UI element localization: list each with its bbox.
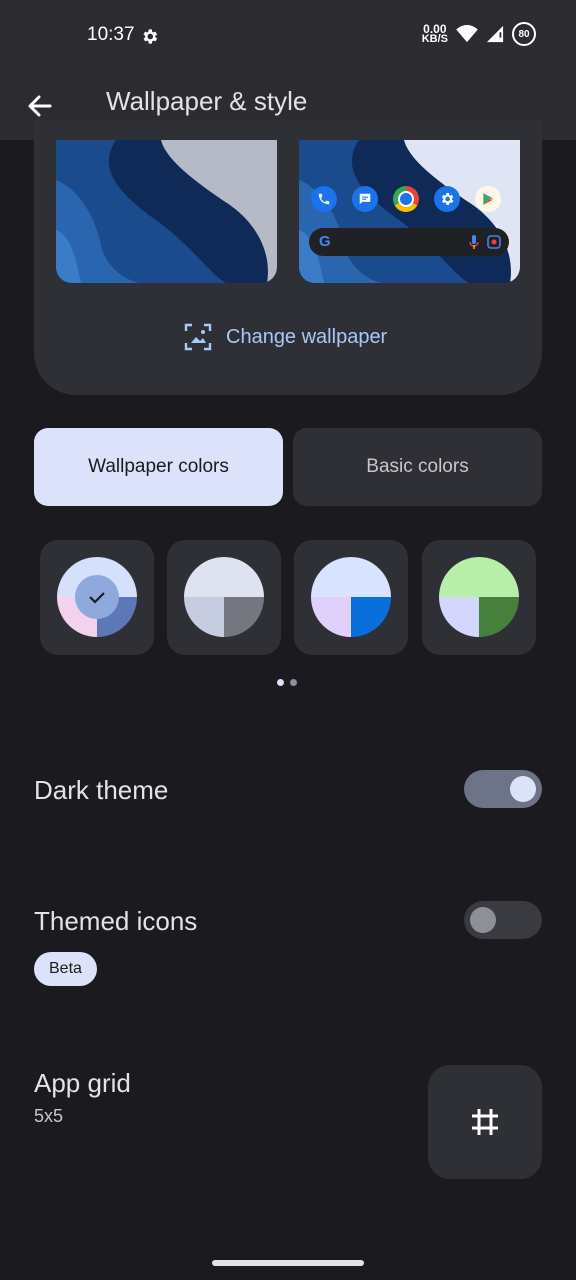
- settings-icon: [434, 186, 460, 212]
- phone-icon: [311, 186, 337, 212]
- swatch-palette-icon: [311, 557, 391, 637]
- tab-wallpaper-colors[interactable]: Wallpaper colors: [34, 428, 283, 506]
- color-swatch[interactable]: [422, 540, 536, 655]
- swatch-palette-icon: [439, 557, 519, 637]
- change-wallpaper-label: Change wallpaper: [226, 325, 388, 348]
- dark-theme-label: Dark theme: [34, 775, 169, 805]
- app-grid-button[interactable]: [428, 1065, 542, 1179]
- themed-icons-label: Themed icons: [34, 906, 198, 936]
- home-screen-preview[interactable]: G: [299, 140, 520, 283]
- tab-basic-colors[interactable]: Basic colors: [293, 428, 542, 506]
- grid-hash-icon: [472, 1109, 498, 1135]
- google-g-icon: G: [319, 233, 331, 250]
- chrome-icon: [393, 186, 419, 212]
- home-search-bar: G: [309, 228, 509, 256]
- beta-badge: Beta: [34, 952, 97, 986]
- mic-icon: [469, 235, 479, 249]
- toggle-knob: [510, 776, 536, 802]
- lock-screen-preview[interactable]: [56, 140, 277, 283]
- gesture-nav-bar[interactable]: [212, 1260, 364, 1266]
- page-dot: [290, 679, 297, 686]
- change-wallpaper-button[interactable]: Change wallpaper: [184, 323, 387, 351]
- themed-icons-toggle[interactable]: [464, 901, 542, 939]
- app-grid-value: 5x5: [34, 1106, 64, 1126]
- messages-icon: [352, 186, 378, 212]
- page-title: Wallpaper & style: [106, 86, 308, 116]
- image-crop-icon: [184, 323, 212, 351]
- battery-icon: 80: [512, 22, 536, 46]
- page-dot-active: [277, 679, 284, 686]
- color-swatch[interactable]: [40, 540, 154, 655]
- dark-theme-toggle[interactable]: [464, 770, 542, 808]
- swatch-palette-icon: [184, 557, 264, 637]
- page-indicator: [277, 679, 297, 686]
- lens-icon: [487, 235, 501, 249]
- tab-wallpaper-colors-label: Wallpaper colors: [88, 456, 229, 477]
- status-time: 10:37: [87, 24, 135, 45]
- network-speed: 0.00 KB/S: [421, 23, 448, 45]
- wifi-icon: [456, 25, 478, 43]
- wallpaper-preview-card: G Change wallpaper: [34, 120, 542, 395]
- color-swatch[interactable]: [167, 540, 281, 655]
- play-store-icon: [475, 186, 501, 212]
- color-swatch[interactable]: [294, 540, 408, 655]
- swatch-palette-icon: [57, 557, 137, 637]
- toggle-knob: [470, 907, 496, 933]
- status-bar: 10:37 0.00 KB/S 80: [0, 0, 576, 72]
- app-grid-label: App grid: [34, 1068, 131, 1098]
- battery-level: 80: [518, 28, 530, 40]
- network-speed-unit: KB/S: [421, 33, 448, 45]
- settings-gear-icon: [143, 29, 158, 44]
- signal-icon: [486, 25, 504, 43]
- tab-basic-colors-label: Basic colors: [366, 456, 469, 477]
